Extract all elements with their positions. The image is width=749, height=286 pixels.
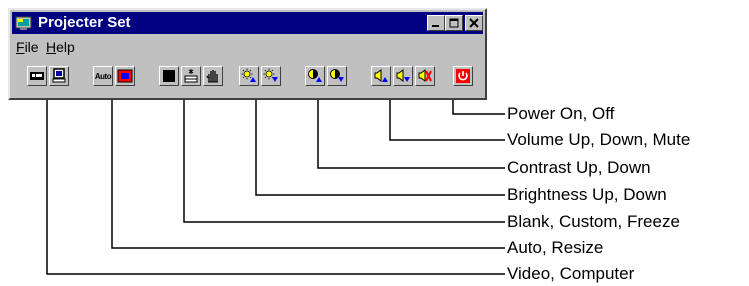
computer-icon	[52, 68, 66, 83]
auto-icon: Auto	[94, 71, 112, 81]
power-icon	[456, 69, 470, 83]
blank-callout-label: Blank, Custom, Freeze	[507, 212, 680, 231]
blank-callout-line	[183, 84, 505, 223]
power-group	[453, 66, 473, 88]
title-bar[interactable]: Projecter Set	[12, 12, 483, 34]
brightness-down-button[interactable]	[261, 66, 281, 86]
resize-button[interactable]	[115, 66, 135, 86]
freeze-icon	[206, 70, 218, 83]
contrast-group	[305, 66, 347, 88]
volume-callout-label: Volume Up, Down, Mute	[507, 130, 691, 149]
auto-callout-label: Auto, Resize	[507, 238, 604, 257]
video-callout-label: Video, Computer	[507, 264, 635, 283]
video-icon	[30, 72, 44, 80]
contrast-callout-label: Contrast Up, Down	[507, 158, 651, 177]
auto-resize-group: Auto	[93, 66, 135, 88]
contrast-up-icon	[308, 69, 322, 82]
mute-icon	[418, 69, 432, 82]
maximize-button[interactable]	[445, 15, 463, 31]
projector-set-window: Projecter Set File Help Auto	[8, 8, 487, 100]
menu-help[interactable]: Help	[46, 39, 75, 55]
app-icon	[15, 16, 32, 30]
brightness-group	[239, 66, 281, 88]
window-title: Projecter Set	[38, 14, 131, 31]
toolbar: Auto	[13, 62, 478, 92]
blank-icon	[163, 70, 175, 82]
brightness-callout-label: Brightness Up, Down	[507, 185, 667, 204]
brightness-down-icon	[263, 68, 278, 82]
brightness-callout-line	[255, 84, 505, 196]
contrast-up-button[interactable]	[305, 66, 325, 86]
freeze-button[interactable]	[203, 66, 223, 86]
mute-button[interactable]	[415, 66, 435, 86]
volume-up-icon	[374, 69, 388, 82]
auto-button[interactable]: Auto	[93, 66, 113, 86]
volume-group	[371, 66, 435, 88]
video-computer-group	[27, 66, 69, 88]
blank-button[interactable]	[159, 66, 179, 86]
video-callout-line	[46, 84, 505, 275]
brightness-up-icon	[241, 68, 256, 82]
volume-down-icon	[396, 69, 410, 82]
maximize-icon	[449, 18, 459, 28]
close-button[interactable]	[465, 15, 483, 31]
volume-down-button[interactable]	[393, 66, 413, 86]
contrast-down-icon	[330, 69, 344, 82]
brightness-up-button[interactable]	[239, 66, 259, 86]
volume-up-button[interactable]	[371, 66, 391, 86]
power-button[interactable]	[453, 66, 473, 86]
auto-callout-line	[111, 84, 505, 249]
menu-file[interactable]: File	[16, 39, 39, 55]
custom-button[interactable]	[181, 66, 201, 86]
blank-custom-freeze-group	[159, 66, 223, 88]
resize-icon	[117, 69, 133, 83]
minimize-icon	[432, 25, 439, 27]
video-button[interactable]	[27, 66, 47, 86]
computer-button[interactable]	[49, 66, 69, 86]
contrast-down-button[interactable]	[327, 66, 347, 86]
custom-icon	[184, 69, 198, 83]
power-callout-label: Power On, Off	[507, 104, 615, 123]
close-icon	[469, 18, 479, 28]
minimize-button[interactable]	[427, 15, 445, 31]
